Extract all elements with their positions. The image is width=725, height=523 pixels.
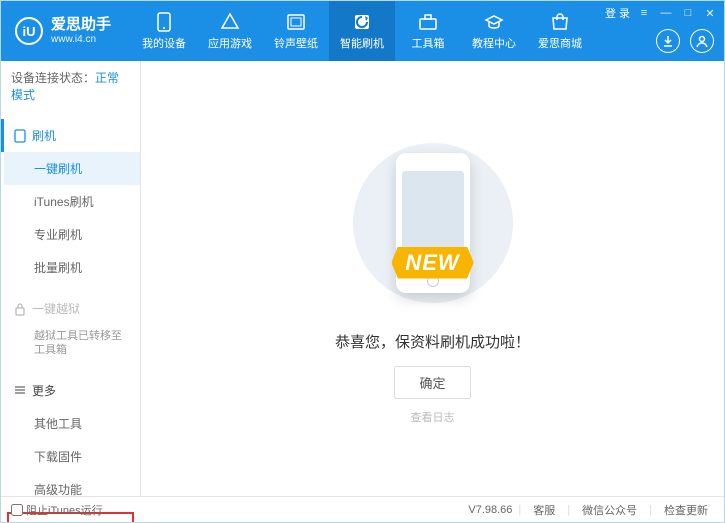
sidebar-item-pro[interactable]: 专业刷机 (4, 218, 140, 251)
view-log-link[interactable]: 查看日志 (411, 409, 455, 425)
more-header[interactable]: 更多 (4, 374, 140, 407)
close-icon[interactable]: ✕ (702, 6, 718, 20)
download-icon[interactable] (656, 29, 680, 53)
jailbreak-note: 越狱工具已转移至 工具箱 (4, 325, 140, 366)
apps-icon (220, 12, 240, 32)
nav-apps-games[interactable]: 应用游戏 (197, 1, 263, 61)
top-nav: 我的设备 应用游戏 铃声壁纸 智能刷机 工具箱 教程中心 (131, 1, 593, 61)
main-content: NEW 恭喜您，保资料刷机成功啦！ 确定 查看日志 (141, 61, 724, 496)
section-more: 更多 其他工具 下载固件 高级功能 (1, 374, 140, 506)
nav-smart-flash[interactable]: 智能刷机 (329, 1, 395, 61)
block-itunes-input[interactable] (11, 504, 23, 516)
sidebar-item-oneclick[interactable]: 一键刷机 (4, 152, 140, 185)
block-itunes-label: 阻止iTunes运行 (26, 502, 103, 518)
conn-label: 设备连接状态： (11, 71, 95, 85)
jailbreak-head-label: 一键越狱 (32, 300, 80, 317)
brand-title: 爱思助手 (51, 17, 111, 34)
section-flash: 刷机 一键刷机 iTunes刷机 专业刷机 批量刷机 (1, 119, 140, 284)
nav-label: 爱思商城 (538, 35, 582, 51)
titlebar: iU 爱思助手 www.i4.cn 我的设备 应用游戏 铃声壁纸 智能刷机 (1, 1, 724, 61)
brand-text: 爱思助手 www.i4.cn (51, 17, 111, 45)
minimize-icon[interactable]: — (658, 6, 674, 20)
more-icon (14, 384, 26, 396)
user-icon[interactable] (690, 29, 714, 53)
sep: | (649, 504, 652, 516)
more-head-label: 更多 (32, 382, 56, 399)
check-update-link[interactable]: 检查更新 (658, 502, 714, 518)
flash-head-label: 刷机 (32, 127, 56, 144)
nav-label: 智能刷机 (340, 35, 384, 51)
version-label: V7.98.66 (468, 504, 512, 516)
sep: | (518, 504, 521, 516)
titlebar-round-buttons (656, 29, 714, 53)
toolbox-icon (418, 12, 438, 32)
wechat-link[interactable]: 微信公众号 (576, 502, 643, 518)
nav-label: 应用游戏 (208, 35, 252, 51)
flash-header[interactable]: 刷机 (1, 119, 140, 152)
app-window: iU 爱思助手 www.i4.cn 我的设备 应用游戏 铃声壁纸 智能刷机 (0, 0, 725, 523)
statusbar: 阻止iTunes运行 V7.98.66 | 客服 | 微信公众号 | 检查更新 (1, 496, 724, 522)
menu-icon[interactable]: ≡ (636, 6, 652, 20)
nav-tutorials[interactable]: 教程中心 (461, 1, 527, 61)
section-jailbreak: 一键越狱 越狱工具已转移至 工具箱 (1, 292, 140, 366)
login-link[interactable]: 登 录 (605, 5, 630, 21)
flash-icon (352, 12, 372, 32)
lock-icon (14, 302, 26, 316)
nav-label: 教程中心 (472, 35, 516, 51)
nav-store[interactable]: 爱思商城 (527, 1, 593, 61)
brand-subtitle: www.i4.cn (51, 34, 111, 45)
titlebar-controls: 登 录 ≡ — □ ✕ (605, 5, 718, 21)
nav-toolbox[interactable]: 工具箱 (395, 1, 461, 61)
phone-icon (154, 12, 174, 32)
nav-ringtones[interactable]: 铃声壁纸 (263, 1, 329, 61)
wallpaper-icon (286, 12, 306, 32)
success-illustration: NEW (333, 133, 533, 313)
grad-icon (484, 12, 504, 32)
sidebar-item-itunes[interactable]: iTunes刷机 (4, 185, 140, 218)
nav-my-device[interactable]: 我的设备 (131, 1, 197, 61)
nav-label: 工具箱 (412, 35, 445, 51)
nav-label: 我的设备 (142, 35, 186, 51)
phone-small-icon (14, 129, 26, 143)
body: 设备连接状态：正常模式 刷机 一键刷机 iTunes刷机 专业刷机 批量刷机 一… (1, 61, 724, 496)
sidebar-item-batch[interactable]: 批量刷机 (4, 251, 140, 284)
store-icon (550, 12, 570, 32)
maximize-icon[interactable]: □ (680, 6, 696, 20)
brand: iU 爱思助手 www.i4.cn (1, 1, 125, 61)
nav-label: 铃声壁纸 (274, 35, 318, 51)
sidebar-item-other-tools[interactable]: 其他工具 (4, 407, 140, 440)
brand-logo-icon: iU (15, 17, 43, 45)
sidebar-item-download-fw[interactable]: 下载固件 (4, 440, 140, 473)
sidebar: 设备连接状态：正常模式 刷机 一键刷机 iTunes刷机 专业刷机 批量刷机 一… (1, 61, 141, 496)
ok-button[interactable]: 确定 (394, 366, 470, 399)
jailbreak-header: 一键越狱 (4, 292, 140, 325)
sep: | (567, 504, 570, 516)
block-itunes-checkbox[interactable]: 阻止iTunes运行 (11, 502, 103, 518)
support-link[interactable]: 客服 (527, 502, 561, 518)
success-message: 恭喜您，保资料刷机成功啦！ (335, 331, 530, 352)
new-ribbon: NEW (391, 247, 473, 279)
connection-status: 设备连接状态：正常模式 (1, 61, 140, 111)
